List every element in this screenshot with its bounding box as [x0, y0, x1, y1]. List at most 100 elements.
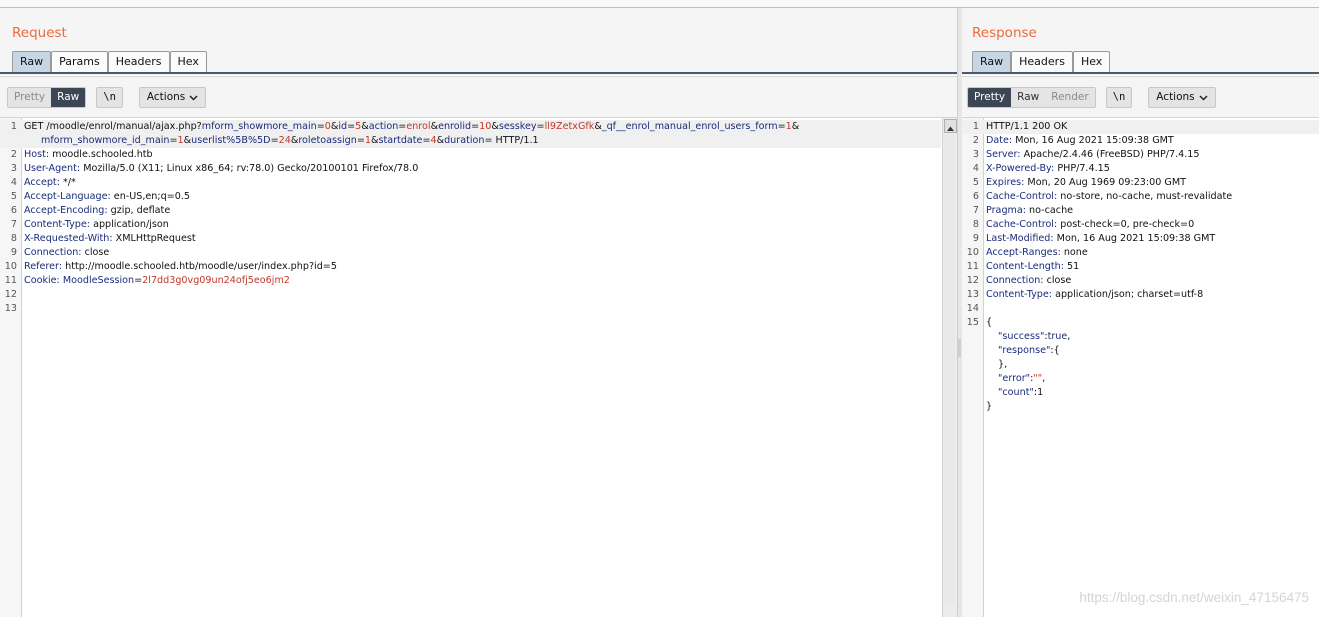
line-content: "error":"",: [979, 372, 1045, 386]
code-line: 13: [0, 302, 941, 316]
code-line: "success":true,: [962, 330, 1319, 344]
line-number: [962, 344, 979, 358]
token-key: Date:: [986, 135, 1013, 146]
line-number: 2: [972, 135, 979, 146]
request-tab-headers[interactable]: Headers: [107, 51, 170, 72]
token-text: http://moodle.schooled.htb/moodle/user/i…: [62, 261, 337, 272]
response-tabs: Raw Headers Hex: [972, 51, 1111, 72]
request-lines: 1 GET /moodle/enrol/manual/ajax.php?mform…: [0, 120, 941, 316]
request-actions-label: Actions: [146, 91, 186, 103]
token-key: sesskey: [498, 121, 537, 132]
code-line: 11 Content-Length: 51: [962, 260, 1319, 274]
token-value: enrol: [406, 121, 431, 132]
line-number: [962, 386, 979, 400]
line-content: Cookie: MoodleSession=2l7dd3g0vg09un24of…: [17, 274, 290, 288]
request-raw-button[interactable]: Raw: [51, 88, 86, 107]
line-number: 9: [972, 233, 979, 244]
token-text: }: [986, 401, 993, 412]
response-editor[interactable]: 1 HTTP/1.1 200 OK 2 Date: Mon, 16 Aug 2021 …: [962, 117, 1319, 617]
request-tab-hex[interactable]: Hex: [169, 51, 207, 72]
line-content: "response":{: [979, 344, 1060, 358]
line-content: Accept-Language: en-US,en;q=0.5: [17, 190, 190, 204]
response-lines: 1 HTTP/1.1 200 OK 2 Date: Mon, 16 Aug 2021 …: [962, 120, 1319, 414]
token-text: :{: [1050, 345, 1060, 356]
request-newline-button[interactable]: \n: [96, 87, 123, 108]
token-key: action: [368, 121, 399, 132]
request-actions-button[interactable]: Actions: [138, 87, 207, 108]
line-number: 1: [10, 121, 17, 132]
code-line: 10 Accept-Ranges: none: [962, 246, 1319, 260]
token-key: enrolid: [438, 121, 472, 132]
request-scroll-thumb[interactable]: [944, 134, 955, 604]
line-number: 3: [972, 149, 979, 160]
token-text: en-US,en;q=0.5: [110, 191, 191, 202]
token-key: Content-Type:: [24, 219, 91, 230]
token-key: Accept-Language:: [24, 191, 111, 202]
request-tab-raw[interactable]: Raw: [12, 51, 52, 72]
response-raw-button[interactable]: Raw: [1011, 88, 1046, 107]
code-line: 4 Accept: */*: [0, 176, 941, 190]
line-content: }: [979, 400, 992, 414]
code-line: mform_showmore_id_main=1&userlist%5B%5D=…: [0, 134, 941, 148]
line-content: Date: Mon, 16 Aug 2021 15:09:38 GMT: [979, 134, 1174, 148]
top-bar: [0, 0, 1319, 8]
line-number: 11: [4, 275, 17, 286]
token-key: startdate: [378, 135, 423, 146]
line-content: X-Powered-By: PHP/7.4.15: [979, 162, 1110, 176]
line-number: [962, 330, 979, 344]
code-line: "error":"",: [962, 372, 1319, 386]
divider-grip[interactable]: [958, 339, 961, 357]
token-key: id: [338, 121, 348, 132]
scroll-up-arrow-icon[interactable]: [944, 119, 957, 133]
token-key: true: [1047, 331, 1068, 342]
token-text: none: [1060, 247, 1088, 258]
token-text: =: [347, 121, 356, 132]
request-pane: Request Raw Params Headers Hex Pretty Ra…: [0, 8, 957, 617]
request-toolbar: Pretty Raw \n Actions: [7, 87, 207, 108]
code-line: 3 User-Agent: Mozilla/5.0 (X11; Linux x86…: [0, 162, 941, 176]
code-line: 12: [0, 288, 941, 302]
token-text: 51: [1063, 261, 1080, 272]
token-key: Pragma:: [986, 205, 1026, 216]
response-tab-hex[interactable]: Hex: [1072, 51, 1111, 72]
code-line: 8 Cache-Control: post-check=0, pre-check=…: [962, 218, 1319, 232]
token-text: application/json; charset=utf-8: [1052, 289, 1204, 300]
token-key: roletoassign: [298, 135, 357, 146]
token-key: mform_showmore_main: [201, 121, 317, 132]
line-number: 12: [4, 289, 17, 300]
chevron-down-icon: [1199, 94, 1208, 101]
line-content: Content-Type: application/json: [17, 218, 169, 232]
token-key: Accept-Encoding:: [24, 205, 108, 216]
token-text: =: [134, 275, 143, 286]
response-pretty-button[interactable]: Pretty: [968, 88, 1012, 107]
token-text: 1: [1037, 387, 1044, 398]
response-newline-button[interactable]: \n: [1105, 87, 1133, 108]
request-title: Request: [12, 25, 67, 41]
line-content: Connection: close: [17, 246, 109, 260]
line-content: User-Agent: Mozilla/5.0 (X11; Linux x86_…: [17, 162, 418, 176]
token-value: 24: [278, 135, 291, 146]
line-number: 7: [972, 205, 979, 216]
response-render-button[interactable]: Render: [1045, 88, 1095, 107]
code-line: 13 Content-Type: application/json; charse…: [962, 288, 1319, 302]
token-key: "success": [998, 331, 1045, 342]
response-tab-raw[interactable]: Raw: [972, 51, 1012, 72]
response-actions-button[interactable]: Actions: [1148, 87, 1216, 108]
line-number: 13: [966, 289, 979, 300]
request-tab-params[interactable]: Params: [51, 51, 108, 72]
token-key: "error": [998, 373, 1031, 384]
response-view-toggle: Pretty Raw Render: [967, 87, 1096, 108]
token-key: Host:: [24, 149, 50, 160]
request-pretty-button[interactable]: Pretty: [8, 88, 52, 107]
line-content: "count":1: [979, 386, 1043, 400]
response-tab-headers[interactable]: Headers: [1011, 51, 1073, 72]
watermark: https://blog.csdn.net/weixin_47156475: [1079, 590, 1309, 605]
token-text: XMLHttpRequest: [112, 233, 196, 244]
token-text: =: [316, 121, 325, 132]
token-text: moodle.schooled.htb: [49, 149, 153, 160]
request-scrollbar[interactable]: [942, 118, 957, 617]
code-line: 7 Pragma: no-cache: [962, 204, 1319, 218]
code-line: 4 X-Powered-By: PHP/7.4.15: [962, 162, 1319, 176]
token-text: =: [422, 135, 431, 146]
request-editor[interactable]: 1 GET /moodle/enrol/manual/ajax.php?mform…: [0, 117, 957, 617]
